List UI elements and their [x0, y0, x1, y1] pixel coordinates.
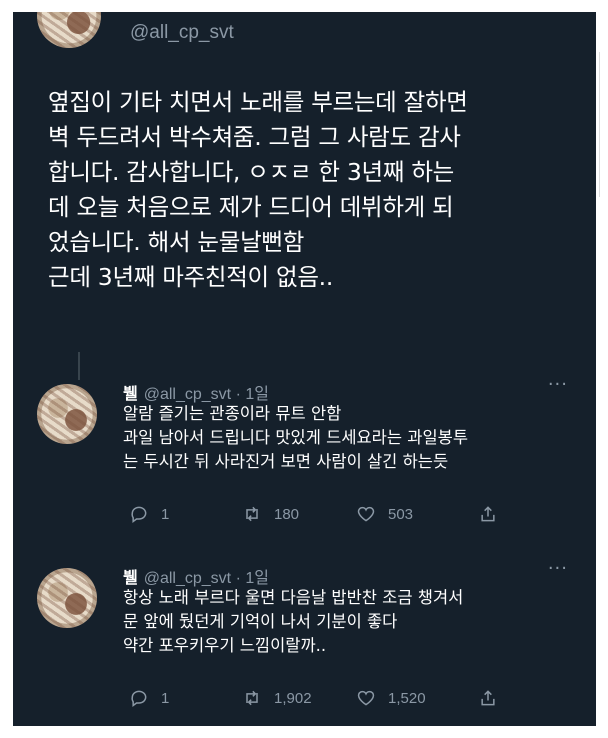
reply-line: 문 앞에 뒀던게 기억이 나서 기분이 좋다 [123, 612, 398, 631]
reply-line: 과일 남아서 드립니다 맛있게 드세요라는 과일봉투 [123, 428, 469, 447]
reply-text: 항상 노래 부르다 울면 다음날 밥반찬 조금 챙겨서 문 앞에 뒀던게 기억이… [123, 586, 583, 658]
retweet-button[interactable]: 1,902 [242, 688, 312, 708]
author-handle[interactable]: @all_cp_svt [130, 22, 234, 44]
display-name[interactable]: 뷀 [123, 386, 138, 403]
like-button[interactable]: 1,520 [356, 688, 426, 708]
like-count: 503 [388, 505, 414, 523]
retweet-icon [246, 506, 258, 522]
reply-count: 1 [161, 689, 170, 707]
retweet-count: 1,902 [274, 689, 312, 707]
reply-header: 뷀 @all_cp_svt · 1일 [123, 564, 269, 588]
handle-and-time[interactable]: @all_cp_svt · 1일 [144, 386, 269, 403]
share-button[interactable] [478, 688, 510, 708]
tweet-line: 었습니다. 해서 눈물날뻔함 [48, 228, 305, 256]
reply-header: 뷀 @all_cp_svt · 1일 [123, 380, 269, 404]
share-icon [481, 506, 495, 522]
retweet-count: 180 [274, 505, 300, 523]
display-name[interactable]: 뷀 [123, 570, 138, 587]
tweet-line: 벽 두드려서 박수쳐줌. 그럼 그 사람도 감사 [48, 123, 461, 151]
reply-icon [131, 690, 147, 707]
reply-icon [131, 506, 147, 523]
heart-icon [357, 506, 375, 522]
avatar[interactable] [37, 384, 97, 444]
more-icon[interactable]: ··· [548, 558, 568, 579]
reply-button[interactable]: 1 [129, 688, 169, 708]
tweet-panel: @all_cp_svt 옆집이 기타 치면서 노래를 부르는데 잘하면 벽 두드… [13, 12, 596, 726]
reply-line: 는 두시간 뒤 사라진거 보면 사람이 살긴 하는듯 [123, 452, 449, 471]
reply-count: 1 [161, 505, 170, 523]
tweet-line: 근데 3년째 마주친적이 없음.. [48, 263, 334, 291]
tweet-line: 데 오늘 처음으로 제가 드디어 데뷔하게 되 [48, 193, 454, 221]
avatar[interactable] [37, 568, 97, 628]
thread-line [78, 352, 80, 380]
tweet-text: 옆집이 기타 치면서 노래를 부르는데 잘하면 벽 두드려서 박수쳐줌. 그럼 … [48, 85, 588, 295]
like-count: 1,520 [388, 689, 426, 707]
tweet-line: 옆집이 기타 치면서 노래를 부르는데 잘하면 [48, 88, 468, 116]
share-button[interactable] [478, 504, 510, 524]
side-divider [599, 52, 600, 197]
heart-icon [357, 690, 375, 706]
reply-line: 항상 노래 부르다 울면 다음날 밥반찬 조금 챙겨서 [123, 588, 464, 607]
retweet-icon [246, 690, 258, 706]
retweet-button[interactable]: 180 [242, 504, 299, 524]
reply-line: 알람 즐기는 관종이라 뮤트 안함 [123, 404, 342, 423]
tweet-line: 합니다. 감사합니다, ㅇㅈㄹ 한 3년째 하는 [48, 158, 454, 186]
more-icon[interactable]: ··· [548, 374, 568, 395]
avatar[interactable] [37, 12, 101, 48]
handle-and-time[interactable]: @all_cp_svt · 1일 [144, 570, 269, 587]
share-icon [481, 690, 495, 706]
reply-line: 약간 포우키우기 느낌이랄까.. [123, 636, 327, 655]
reply-button[interactable]: 1 [129, 504, 169, 524]
like-button[interactable]: 503 [356, 504, 413, 524]
reply-text: 알람 즐기는 관종이라 뮤트 안함 과일 남아서 드립니다 맛있게 드세요라는 … [123, 402, 583, 474]
